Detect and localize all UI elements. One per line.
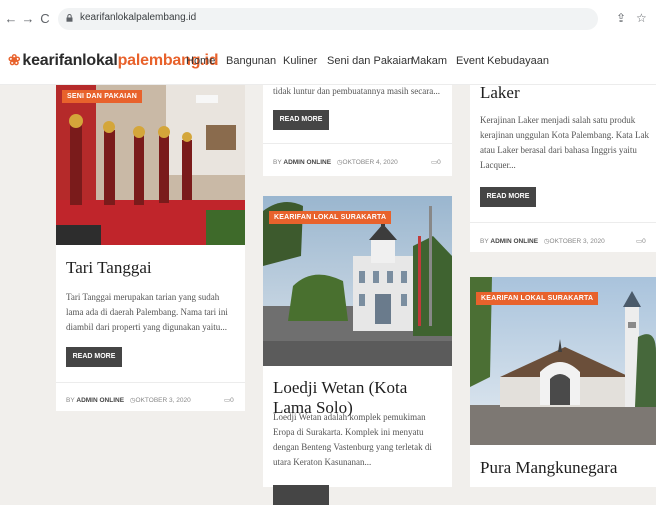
read-more-button[interactable]: READ MORE — [273, 110, 329, 130]
category-badge[interactable]: KEARIFAN LOKAL SURAKARTA — [476, 292, 599, 305]
post-excerpt: Kerajinan Laker menjadi salah satu produ… — [480, 115, 649, 170]
site-header: ❀ kearifanlokalpalembang.id Home Bangunan… — [0, 38, 656, 85]
read-more-button[interactable] — [273, 485, 329, 505]
comment-count[interactable]: ▭0 — [636, 237, 646, 245]
author-prefix: BY — [273, 159, 282, 166]
post-excerpt: tidak luntur dan pembuatannya masih seca… — [273, 86, 440, 96]
post-card-partial: tidak luntur dan pembuatannya masih seca… — [263, 85, 452, 176]
url-text: kearifanlokalpalembang.id — [80, 12, 197, 23]
author-prefix: BY — [66, 397, 75, 404]
reload-icon[interactable]: C — [38, 11, 52, 27]
menu-item-bangunan[interactable]: Bangunan — [226, 55, 276, 67]
card-divider — [56, 382, 245, 383]
logo-text: kearifanlokal — [22, 52, 118, 69]
comment-count-value: 0 — [437, 159, 441, 166]
back-icon[interactable]: ← — [4, 11, 18, 27]
menu-item-home[interactable]: Home — [186, 55, 215, 67]
category-badge[interactable]: SENI DAN PAKAIAN — [62, 90, 142, 103]
forward-icon[interactable]: → — [21, 11, 35, 27]
comment-count-value: 0 — [230, 397, 234, 404]
card-divider — [263, 143, 452, 144]
category-badge[interactable]: KEARIFAN LOKAL SURAKARTA — [269, 211, 392, 224]
post-meta: BY ADMIN ONLINE ◷OKTOBER 3, 2020 — [66, 396, 191, 404]
post-card-laker: Laker Kerajinan Laker menjadi salah satu… — [470, 83, 656, 252]
comment-count[interactable]: ▭0 — [431, 158, 441, 166]
menu-item-seni-dan-pakaian[interactable]: Seni dan Pakaian — [327, 55, 413, 67]
post-date: OKTOBER 4, 2020 — [342, 159, 398, 166]
read-more-button[interactable]: READ MORE — [480, 187, 536, 207]
share-icon[interactable]: ⇪ — [616, 11, 626, 25]
browser-toolbar: ← → C kearifanlokalpalembang.id ⇪ ☆ — [0, 0, 656, 39]
comment-count-value: 0 — [642, 238, 646, 245]
post-card-pura-mangkunegara: KEARIFAN LOKAL SURAKARTA Pura Mangkunega… — [470, 277, 656, 487]
logo-flower-icon: ❀ — [8, 52, 21, 69]
post-excerpt: Loedji Wetan adalah komplek pemukiman Er… — [273, 412, 432, 467]
bookmark-star-icon[interactable]: ☆ — [636, 11, 647, 25]
post-title[interactable]: Pura Mangkunegara — [480, 458, 650, 478]
post-date: OKTOBER 3, 2020 — [135, 397, 191, 404]
address-bar[interactable]: kearifanlokalpalembang.id — [58, 8, 598, 30]
menu-item-makam[interactable]: Makam — [411, 55, 447, 67]
read-more-button[interactable]: READ MORE — [66, 347, 122, 367]
author-link[interactable]: ADMIN ONLINE — [283, 159, 331, 166]
post-excerpt: Tari Tanggai merupakan tarian yang sudah… — [66, 292, 228, 332]
post-title[interactable]: Tari Tanggai — [66, 258, 236, 278]
post-title[interactable]: Laker — [480, 83, 650, 103]
author-prefix: BY — [480, 238, 489, 245]
post-meta: BY ADMIN ONLINE ◷OKTOBER 4, 2020 — [273, 158, 398, 166]
card-divider — [470, 222, 656, 223]
post-image-tari-tanggai[interactable] — [56, 85, 245, 245]
author-link[interactable]: ADMIN ONLINE — [490, 238, 538, 245]
post-card-loedji-wetan: KEARIFAN LOKAL SURAKARTA Loedji Wetan (K… — [263, 196, 452, 505]
menu-item-kuliner[interactable]: Kuliner — [283, 55, 317, 67]
author-link[interactable]: ADMIN ONLINE — [76, 397, 124, 404]
post-date: OKTOBER 3, 2020 — [549, 238, 605, 245]
post-meta: BY ADMIN ONLINE ◷OKTOBER 3, 2020 — [480, 237, 605, 245]
comment-count[interactable]: ▭0 — [224, 396, 234, 404]
menu-item-event-kebudayaan[interactable]: Event Kebudayaan — [456, 55, 549, 67]
post-card-tari-tanggai: SENI DAN PAKAIAN Tari Tanggai Tari Tangg… — [56, 85, 245, 411]
lock-icon — [66, 14, 73, 22]
